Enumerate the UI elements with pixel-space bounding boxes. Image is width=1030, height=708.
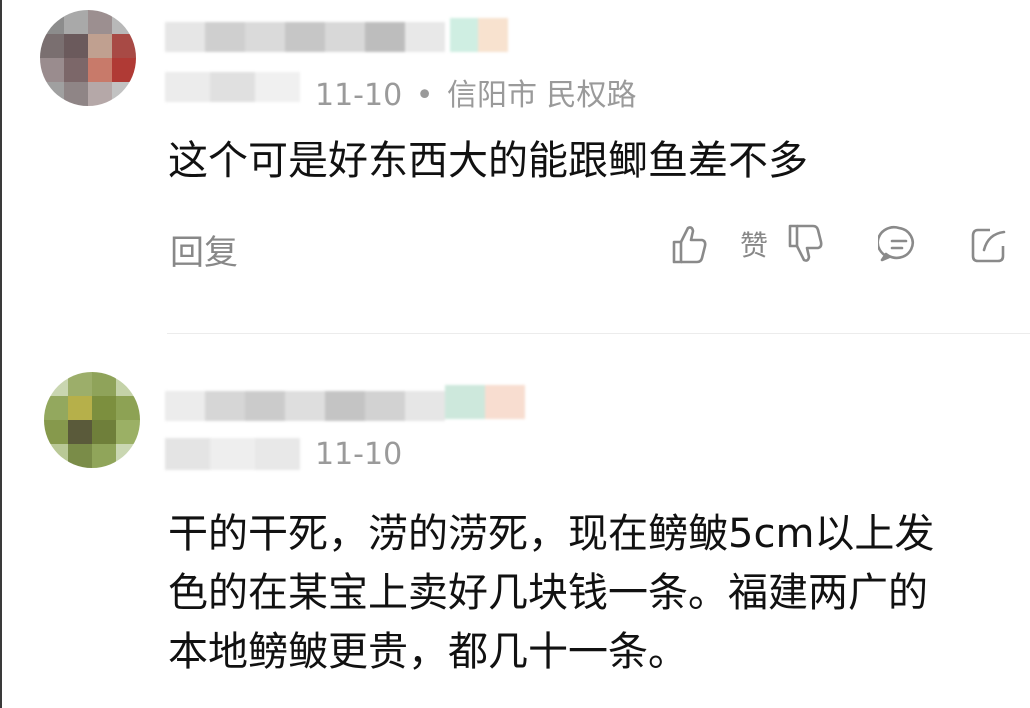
meta-separator: • — [415, 78, 434, 113]
username-pixelated[interactable] — [165, 385, 550, 423]
comment-text: 这个可是好东西大的能跟鲫鱼差不多 — [168, 132, 808, 191]
comment-date: 11-10 — [315, 437, 403, 472]
thumbs-down-icon[interactable] — [784, 222, 826, 266]
comment-meta: 11-10 — [315, 437, 402, 472]
comment-line: 色的在某宝上卖好几块钱一条。福建两广的 — [168, 570, 928, 616]
comment-line: 这个可是好东西大的能跟鲫鱼差不多 — [168, 138, 808, 184]
share-icon[interactable] — [968, 222, 1008, 266]
comment-actions: 赞 — [668, 222, 1008, 266]
user-badge-pixelated — [165, 438, 300, 470]
comment-meta: 11-10 • 信阳市 民权路 — [315, 70, 637, 114]
username-pixelated[interactable] — [165, 18, 510, 56]
reply-button[interactable]: 回复 — [170, 225, 238, 274]
window-edge — [0, 0, 2, 708]
comment-icon[interactable] — [878, 222, 920, 266]
comment-divider — [167, 333, 1030, 334]
comment-location: 信阳市 民权路 — [446, 78, 637, 113]
user-badge-pixelated — [165, 72, 305, 102]
avatar[interactable] — [44, 372, 140, 468]
thumbs-up-icon[interactable] — [668, 222, 710, 266]
comment-line: 干的干死，涝的涝死，现在鳑鲏5cm以上发 — [168, 511, 935, 557]
comment-text: 干的干死，涝的涝死，现在鳑鲏5cm以上发 色的在某宝上卖好几块钱一条。福建两广的… — [168, 505, 934, 682]
like-label[interactable]: 赞 — [740, 224, 768, 264]
avatar[interactable] — [40, 10, 136, 106]
comment-line: 本地鳑鲏更贵，都几十一条。 — [168, 629, 688, 675]
comment-date: 11-10 — [315, 78, 403, 113]
